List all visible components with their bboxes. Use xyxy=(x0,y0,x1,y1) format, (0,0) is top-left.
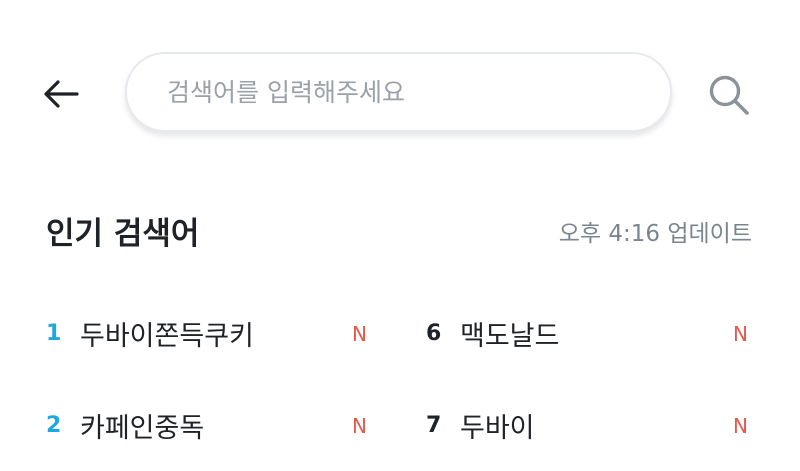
new-badge: N xyxy=(733,322,748,346)
back-button[interactable] xyxy=(40,73,82,115)
ranking-item[interactable]: 1 두바이쫀득쿠키 xyxy=(46,313,254,353)
rank-number: 1 xyxy=(46,320,62,346)
ranking-item[interactable]: 6 맥도날드 xyxy=(426,313,559,353)
new-badge: N xyxy=(733,414,748,438)
rank-number: 7 xyxy=(426,412,442,438)
ranking-item[interactable]: 2 카페인중독 xyxy=(46,405,204,445)
popular-searches-title: 인기 검색어 xyxy=(46,216,200,252)
search-box xyxy=(125,52,672,132)
search-button[interactable] xyxy=(706,72,752,118)
update-timestamp: 오후 4:16 업데이트 xyxy=(558,221,752,247)
back-arrow-icon xyxy=(44,80,79,108)
rank-keyword: 두바이 xyxy=(460,412,535,444)
search-icon xyxy=(709,75,749,115)
rank-keyword: 맥도날드 xyxy=(460,320,560,352)
search-input[interactable] xyxy=(165,76,639,108)
new-badge: N xyxy=(352,322,367,346)
rank-number: 6 xyxy=(426,320,442,346)
ranking-item[interactable]: 7 두바이 xyxy=(426,405,535,445)
rank-number: 2 xyxy=(46,412,62,438)
new-badge: N xyxy=(352,414,367,438)
rank-keyword: 카페인중독 xyxy=(80,412,205,444)
rank-keyword: 두바이쫀득쿠키 xyxy=(80,320,254,352)
